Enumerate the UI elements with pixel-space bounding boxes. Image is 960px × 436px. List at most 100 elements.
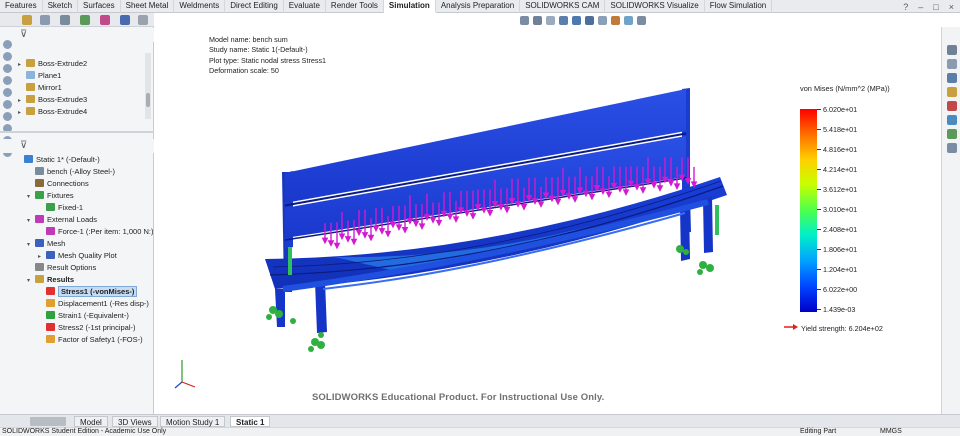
- sim-tree-item[interactable]: Stress2 (-1st principal-): [38, 322, 136, 334]
- property-manager-tab-icon[interactable]: [40, 15, 50, 25]
- plane-icon[interactable]: [3, 52, 12, 61]
- tab-direct-editing[interactable]: Direct Editing: [225, 0, 284, 13]
- zoom-to-fit-icon[interactable]: [520, 16, 529, 25]
- display-manager-tab-icon[interactable]: [100, 15, 110, 25]
- feature-tree-item[interactable]: ▸ Boss-Extrude3: [18, 94, 87, 106]
- forum-icon[interactable]: [947, 143, 957, 153]
- feature-tree-item[interactable]: ▸ Boss-Extrude4: [18, 106, 87, 118]
- hide-show-items-icon[interactable]: [598, 16, 607, 25]
- cam-tab-icon[interactable]: [120, 15, 130, 25]
- sim-tree-item[interactable]: Static 1* (-Default-): [16, 154, 100, 166]
- tab-sheet-metal[interactable]: Sheet Metal: [121, 0, 175, 13]
- sim-tree-item[interactable]: Stress1 (-vonMises-): [38, 286, 138, 298]
- feature-tree-item[interactable]: ▸ Boss-Extrude2: [18, 58, 87, 70]
- tab-features[interactable]: Features: [0, 0, 43, 13]
- sim-filter-icon[interactable]: ⊽: [20, 140, 27, 151]
- tab-analysis-preparation[interactable]: Analysis Preparation: [436, 0, 521, 13]
- sim-tree-item[interactable]: Strain1 (-Equivalent-): [38, 310, 129, 322]
- sim-tree-item[interactable]: Factor of Safety1 (-FOS-): [38, 334, 143, 346]
- help-icon[interactable]: ?: [903, 2, 908, 12]
- sim-tree-item[interactable]: Connections: [27, 178, 89, 190]
- sim-item-label: Connections: [47, 179, 89, 188]
- sim-tree-item[interactable]: ▸ Mesh Quality Plot: [38, 250, 117, 262]
- status-units[interactable]: MMGS: [880, 428, 902, 436]
- sim-tree-item[interactable]: Fixed-1: [38, 202, 83, 214]
- feature-manager-tab-icon[interactable]: [22, 15, 32, 25]
- origin-icon[interactable]: [3, 64, 12, 73]
- bottom-tab-model[interactable]: Model: [74, 416, 108, 427]
- view-orientation-icon[interactable]: [572, 16, 581, 25]
- resources-icon[interactable]: [947, 59, 957, 69]
- previous-view-icon[interactable]: [546, 16, 555, 25]
- sim-tree-item[interactable]: Displacement1 (-Res disp-): [38, 298, 149, 310]
- tab-render-tools[interactable]: Render Tools: [326, 0, 384, 13]
- filter-icon[interactable]: ⊽: [20, 29, 27, 40]
- custom-properties-icon[interactable]: [947, 129, 957, 139]
- expand-arrow-icon[interactable]: ▾: [27, 239, 35, 251]
- sim-tree-item[interactable]: ▾ Results: [27, 274, 74, 286]
- sim-item-label: Static 1* (-Default-): [36, 155, 100, 164]
- sim-tree-item[interactable]: Result Options: [27, 262, 96, 274]
- file-explorer-icon[interactable]: [947, 87, 957, 97]
- legend-tick: [817, 109, 821, 110]
- sim-item-icon: [46, 323, 55, 331]
- view-palette-icon[interactable]: [947, 115, 957, 125]
- rib-icon[interactable]: [3, 112, 12, 121]
- apply-scene-icon[interactable]: [624, 16, 633, 25]
- minimize-icon[interactable]: –: [918, 2, 923, 12]
- tab-weldments[interactable]: Weldments: [174, 0, 226, 13]
- close-icon[interactable]: ×: [949, 2, 954, 12]
- display-style-icon[interactable]: [585, 16, 594, 25]
- sim-item-icon: [46, 287, 55, 295]
- panel-splitter[interactable]: [0, 131, 154, 133]
- feature-icon: [26, 59, 35, 67]
- home-icon[interactable]: [947, 45, 957, 55]
- configuration-manager-tab-icon[interactable]: [60, 15, 70, 25]
- edit-appearance-icon[interactable]: [611, 16, 620, 25]
- tab-solidworks-visualize[interactable]: SOLIDWORKS Visualize: [605, 0, 705, 13]
- legend-value: 1.806e+01: [823, 245, 858, 254]
- view-settings-icon[interactable]: [637, 16, 646, 25]
- legend-value: 4.214e+01: [823, 165, 858, 174]
- hole-icon[interactable]: [3, 100, 12, 109]
- expand-arrow-icon[interactable]: ▾: [27, 215, 35, 227]
- feature-tree-item[interactable]: Plane1: [18, 70, 61, 82]
- sim-tree-item[interactable]: ▾ External Loads: [27, 214, 97, 226]
- section-view-icon[interactable]: [559, 16, 568, 25]
- tab-solidworks-cam[interactable]: SOLIDWORKS CAM: [520, 0, 606, 13]
- tab-simulation[interactable]: Simulation: [383, 0, 436, 13]
- tab-evaluate[interactable]: Evaluate: [284, 0, 326, 13]
- sim-item-icon: [35, 179, 44, 187]
- tab-surfaces[interactable]: Surfaces: [78, 0, 121, 13]
- feature-icon[interactable]: [3, 88, 12, 97]
- bottom-tab-static-1[interactable]: Static 1: [230, 416, 271, 427]
- appearances-icon[interactable]: [947, 101, 957, 111]
- sketch-tool-icon[interactable]: [3, 40, 12, 49]
- expand-arrow-icon[interactable]: ▸: [18, 107, 26, 119]
- expand-arrow-icon[interactable]: ▾: [27, 275, 35, 287]
- sim-tree-item[interactable]: ▾ Fixtures: [27, 190, 74, 202]
- tab-sketch[interactable]: Sketch: [43, 0, 79, 13]
- sim-item-icon: [24, 155, 33, 163]
- panel-arrow-icon[interactable]: [138, 15, 148, 25]
- design-library-icon[interactable]: [947, 73, 957, 83]
- tree-scrollbar[interactable]: [145, 53, 151, 119]
- sim-tree-item[interactable]: Force-1 (:Per item: 1,000 N:): [38, 226, 153, 238]
- sim-tree-item[interactable]: ▾ Mesh: [27, 238, 65, 250]
- zoom-area-icon[interactable]: [533, 16, 542, 25]
- bottom-tab-motion-study-1[interactable]: Motion Study 1: [160, 416, 226, 427]
- sim-tree-item[interactable]: bench (-Alloy Steel-): [27, 166, 115, 178]
- tab-nav-icons[interactable]: [30, 417, 66, 426]
- bottom-tab-3d-views[interactable]: 3D Views: [112, 416, 158, 427]
- sim-item-icon: [46, 227, 55, 235]
- restore-icon[interactable]: □: [933, 2, 938, 12]
- tab-flow-simulation[interactable]: Flow Simulation: [705, 0, 773, 13]
- dimxpert-tab-icon[interactable]: [80, 15, 90, 25]
- coordinate-triad: [174, 360, 196, 389]
- feature-label: Boss-Extrude4: [38, 107, 88, 116]
- legend-tick: [817, 309, 821, 310]
- mate-icon[interactable]: [3, 76, 12, 85]
- expand-arrow-icon[interactable]: ▾: [27, 191, 35, 203]
- feature-tree-item[interactable]: Mirror1: [18, 82, 62, 94]
- legend-colorbar[interactable]: [800, 109, 817, 312]
